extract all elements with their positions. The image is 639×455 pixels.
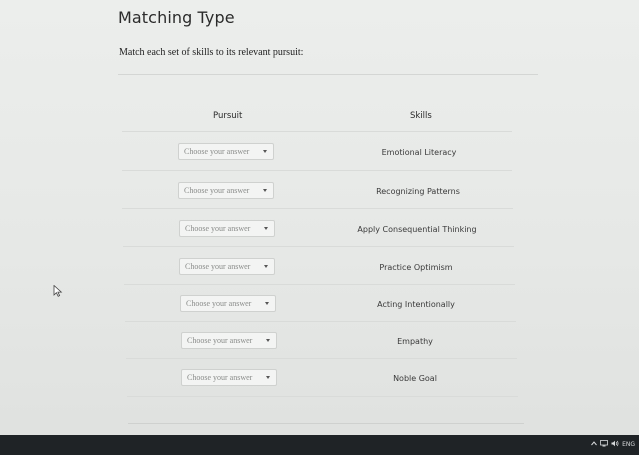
pursuit-dropdown-6[interactable]: Choose your answer bbox=[181, 332, 277, 349]
row-divider bbox=[125, 321, 516, 322]
divider bbox=[128, 423, 524, 424]
row-divider bbox=[126, 358, 517, 359]
mouse-cursor-icon bbox=[53, 285, 63, 297]
caret-down-icon bbox=[264, 227, 268, 230]
skill-label-5: Acting Intentionally bbox=[377, 300, 455, 309]
system-tray: ENG bbox=[591, 440, 635, 449]
row-divider bbox=[124, 284, 515, 285]
pursuit-dropdown-4[interactable]: Choose your answer bbox=[179, 258, 275, 275]
skill-label-6: Empathy bbox=[397, 337, 433, 346]
row-divider bbox=[122, 170, 512, 171]
skill-label-4: Practice Optimism bbox=[379, 263, 453, 272]
skills-column-header: Skills bbox=[410, 111, 432, 121]
row-divider bbox=[122, 208, 513, 209]
pursuit-dropdown-5[interactable]: Choose your answer bbox=[180, 295, 276, 312]
caret-down-icon bbox=[265, 302, 269, 305]
dropdown-label: Choose your answer bbox=[186, 299, 252, 308]
page-title: Matching Type bbox=[118, 8, 235, 27]
row-divider bbox=[127, 396, 518, 397]
instructions-text: Match each set of skills to its relevant… bbox=[119, 47, 304, 58]
language-indicator[interactable]: ENG bbox=[622, 441, 635, 448]
volume-icon[interactable] bbox=[611, 440, 619, 449]
taskbar: ENG bbox=[0, 435, 639, 455]
caret-down-icon bbox=[266, 376, 270, 379]
network-icon[interactable] bbox=[600, 440, 608, 449]
chevron-up-icon[interactable] bbox=[591, 441, 597, 448]
caret-down-icon bbox=[263, 189, 267, 192]
divider bbox=[118, 74, 538, 75]
pursuit-column-header: Pursuit bbox=[213, 111, 243, 121]
caret-down-icon bbox=[263, 150, 267, 153]
pursuit-dropdown-7[interactable]: Choose your answer bbox=[181, 369, 277, 386]
skill-label-3: Apply Consequential Thinking bbox=[357, 225, 477, 234]
dropdown-label: Choose your answer bbox=[184, 186, 250, 195]
dropdown-label: Choose your answer bbox=[185, 262, 251, 271]
skill-label-2: Recognizing Patterns bbox=[376, 187, 460, 196]
dropdown-label: Choose your answer bbox=[184, 147, 250, 156]
pursuit-dropdown-2[interactable]: Choose your answer bbox=[178, 182, 274, 199]
dropdown-label: Choose your answer bbox=[185, 224, 251, 233]
dropdown-label: Choose your answer bbox=[187, 373, 253, 382]
caret-down-icon bbox=[264, 265, 268, 268]
skill-label-7: Noble Goal bbox=[393, 374, 437, 383]
pursuit-dropdown-1[interactable]: Choose your answer bbox=[178, 143, 274, 160]
dropdown-label: Choose your answer bbox=[187, 336, 253, 345]
row-divider bbox=[123, 246, 514, 247]
caret-down-icon bbox=[266, 339, 270, 342]
pursuit-dropdown-3[interactable]: Choose your answer bbox=[179, 220, 275, 237]
skill-label-1: Emotional Literacy bbox=[381, 148, 457, 157]
row-divider bbox=[122, 131, 512, 132]
